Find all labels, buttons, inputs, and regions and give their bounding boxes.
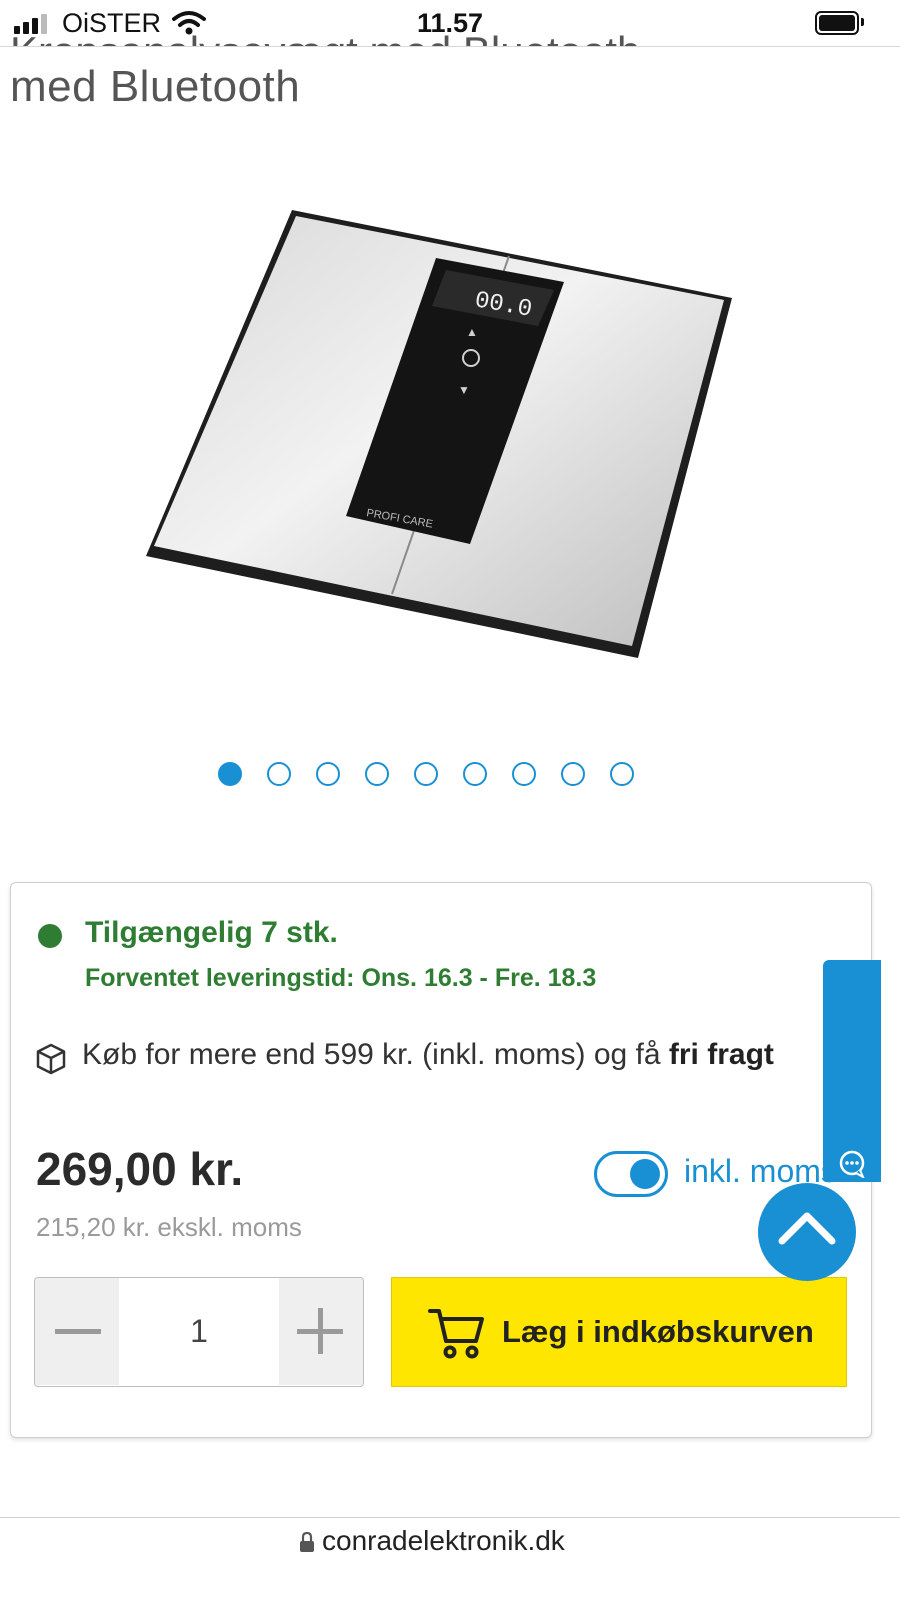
quantity-decrease-button[interactable] <box>35 1278 119 1385</box>
gallery-dot[interactable] <box>414 762 438 786</box>
product-title: med Bluetooth <box>10 62 301 111</box>
gallery-dot[interactable] <box>365 762 389 786</box>
product-title-partial: Kropsanalysevægt med Bluetooth <box>10 28 640 46</box>
vat-toggle[interactable] <box>594 1151 668 1197</box>
delivery-estimate: Forventet leveringstid: Ons. 16.3 - Fre.… <box>85 964 597 992</box>
feedback-tab[interactable]: Feedback <box>823 960 900 1182</box>
svg-text:▲: ▲ <box>466 325 478 339</box>
lock-icon <box>300 1531 314 1552</box>
add-to-cart-button[interactable]: Læg i indkøbskurven <box>391 1277 847 1387</box>
quantity-input[interactable]: 1 <box>119 1278 279 1385</box>
gallery-dot[interactable] <box>610 762 634 786</box>
battery-icon <box>815 11 859 35</box>
toggle-knob <box>630 1159 660 1189</box>
feedback-label: Feedback <box>877 1041 900 1138</box>
add-to-cart-label: Læg i indkøbskurven <box>502 1314 814 1349</box>
free-shipping-notice: Køb for mere end 599 kr. (inkl. moms) og… <box>82 1038 822 1072</box>
product-image[interactable]: 00.0 ▲ ▼ PROFI CARE <box>140 200 740 670</box>
cart-icon <box>428 1309 484 1359</box>
scroll-to-top-button[interactable] <box>758 1183 856 1281</box>
free-shipping-highlight: fri fragt <box>668 1038 774 1071</box>
gallery-dot[interactable] <box>561 762 585 786</box>
chat-bubble-icon <box>839 1150 865 1178</box>
chevron-up-icon <box>778 1212 836 1245</box>
box-icon <box>36 1043 66 1075</box>
gallery-dot[interactable] <box>316 762 340 786</box>
gallery-dot[interactable] <box>218 762 242 786</box>
quantity-stepper: 1 <box>34 1277 364 1387</box>
gallery-pagination <box>218 762 634 786</box>
gallery-dot[interactable] <box>267 762 291 786</box>
url-text: conradelektronik.dk <box>322 1525 565 1556</box>
gallery-dot[interactable] <box>463 762 487 786</box>
price-ex-vat: 215,20 kr. ekskl. moms <box>36 1212 302 1242</box>
quantity-increase-button[interactable] <box>279 1278 363 1385</box>
free-shipping-text: Køb for mere end 599 kr. (inkl. moms) og… <box>82 1038 669 1071</box>
gallery-dot[interactable] <box>512 762 536 786</box>
availability-dot-icon <box>38 924 62 948</box>
svg-text:▼: ▼ <box>458 383 470 397</box>
availability-text: Tilgængelig 7 stk. <box>85 916 338 949</box>
price: 269,00 kr. <box>36 1143 244 1195</box>
battery-tip <box>861 18 864 26</box>
